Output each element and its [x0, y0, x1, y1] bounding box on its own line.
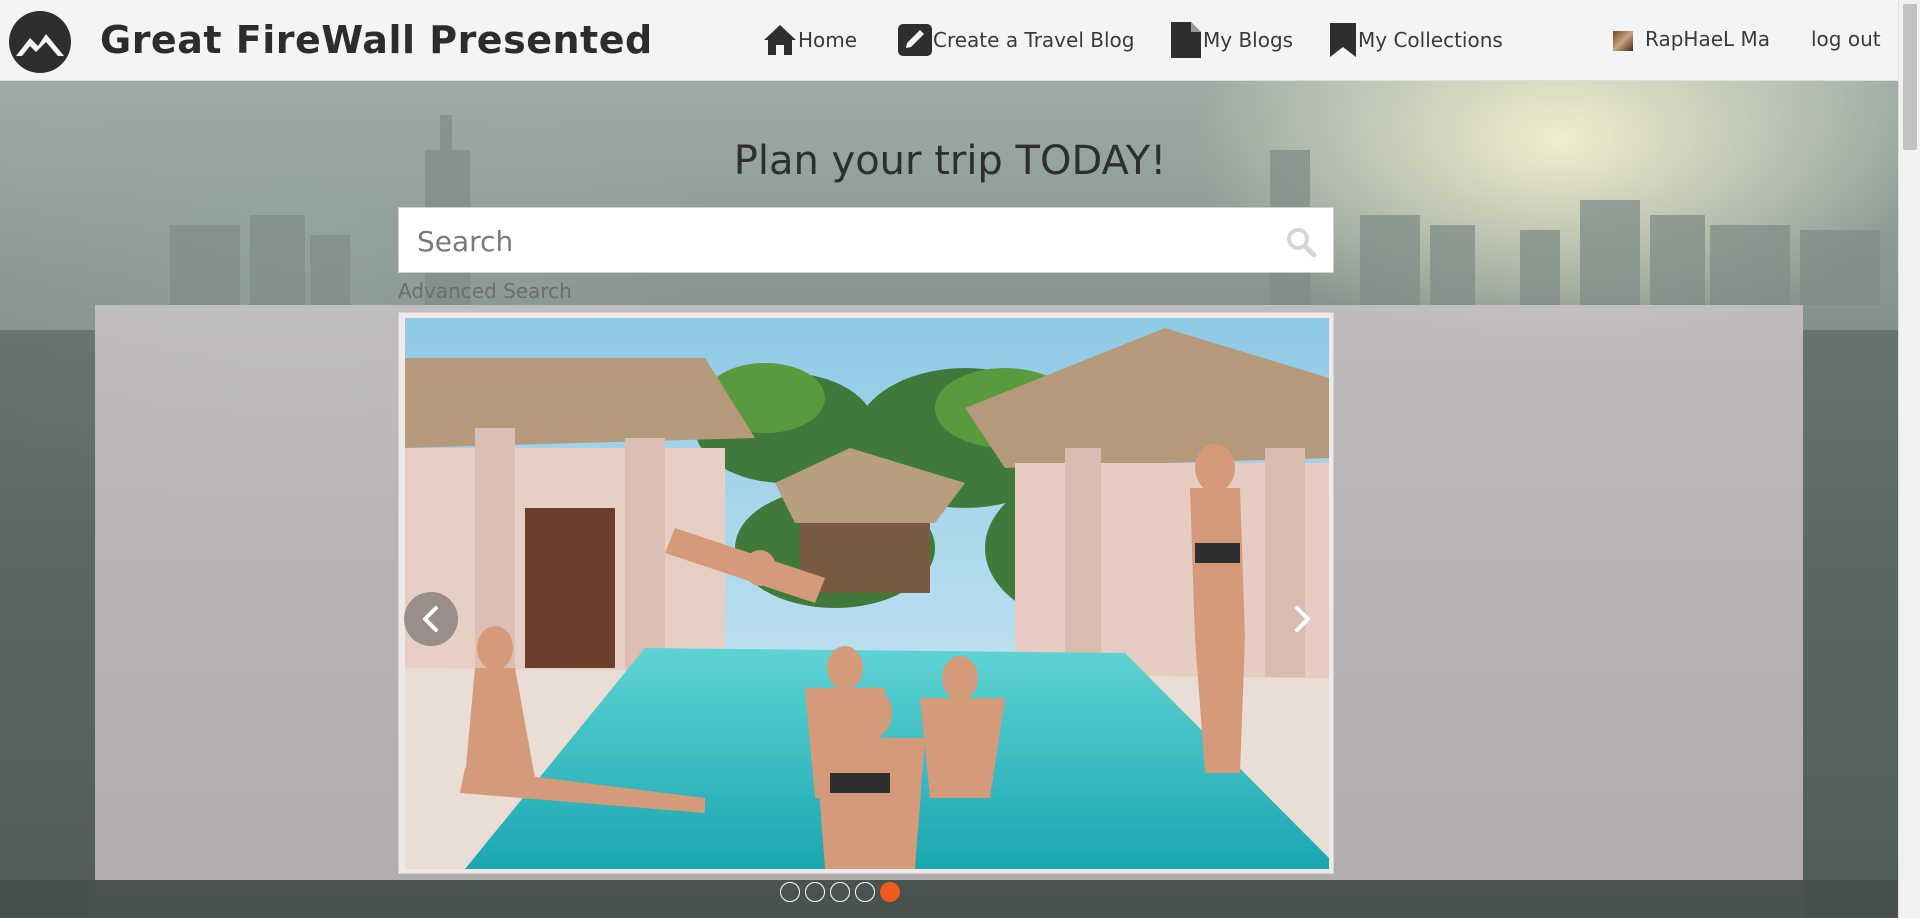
chevron-left-icon [423, 606, 438, 632]
nav-home-label: Home [798, 28, 858, 52]
chevron-right-icon [1295, 606, 1310, 632]
nav-my-collections-label: My Collections [1358, 28, 1503, 52]
nav-my-blogs[interactable]: My Blogs [1169, 22, 1293, 58]
search-input[interactable] [417, 220, 1257, 262]
user-name[interactable]: RapHaeL Ma [1645, 27, 1770, 51]
carousel-dot-1[interactable] [780, 882, 800, 902]
carousel-dot-2[interactable] [805, 882, 825, 902]
carousel-dot-5[interactable] [880, 882, 900, 902]
nav-my-collections[interactable]: My Collections [1328, 22, 1503, 58]
pencil-icon [898, 24, 932, 56]
carousel-prev-button[interactable] [404, 592, 458, 646]
hero-title: Plan your trip TODAY! [733, 138, 1167, 184]
document-icon [1171, 22, 1201, 58]
scrollbar-thumb[interactable] [1903, 4, 1917, 150]
advanced-search-link[interactable]: Advanced Search [398, 279, 572, 303]
search-box [398, 207, 1334, 273]
top-nav-bar: Great FireWall Presented Home Create a T… [0, 0, 1898, 81]
carousel-slide[interactable] [398, 312, 1334, 874]
mountain-logo-icon[interactable] [8, 10, 72, 74]
nav-home[interactable]: Home [762, 22, 857, 58]
nav-create-blog-label: Create a Travel Blog [933, 28, 1135, 52]
slide-photo-pool-villa [405, 318, 1329, 869]
logout-link[interactable]: log out [1811, 27, 1881, 51]
nav-my-blogs-label: My Blogs [1203, 28, 1294, 52]
home-icon [764, 25, 796, 55]
user-avatar[interactable] [1613, 31, 1633, 51]
carousel-next-button[interactable] [1275, 592, 1329, 646]
page-scrollbar[interactable] [1898, 0, 1920, 918]
carousel-dot-3[interactable] [830, 882, 850, 902]
site-title[interactable]: Great FireWall Presented [100, 18, 653, 62]
carousel-dots [780, 882, 900, 904]
search-icon[interactable] [1285, 226, 1317, 258]
carousel-dot-4[interactable] [855, 882, 875, 902]
nav-create-blog[interactable]: Create a Travel Blog [897, 22, 1134, 58]
bookmark-icon [1330, 23, 1356, 57]
